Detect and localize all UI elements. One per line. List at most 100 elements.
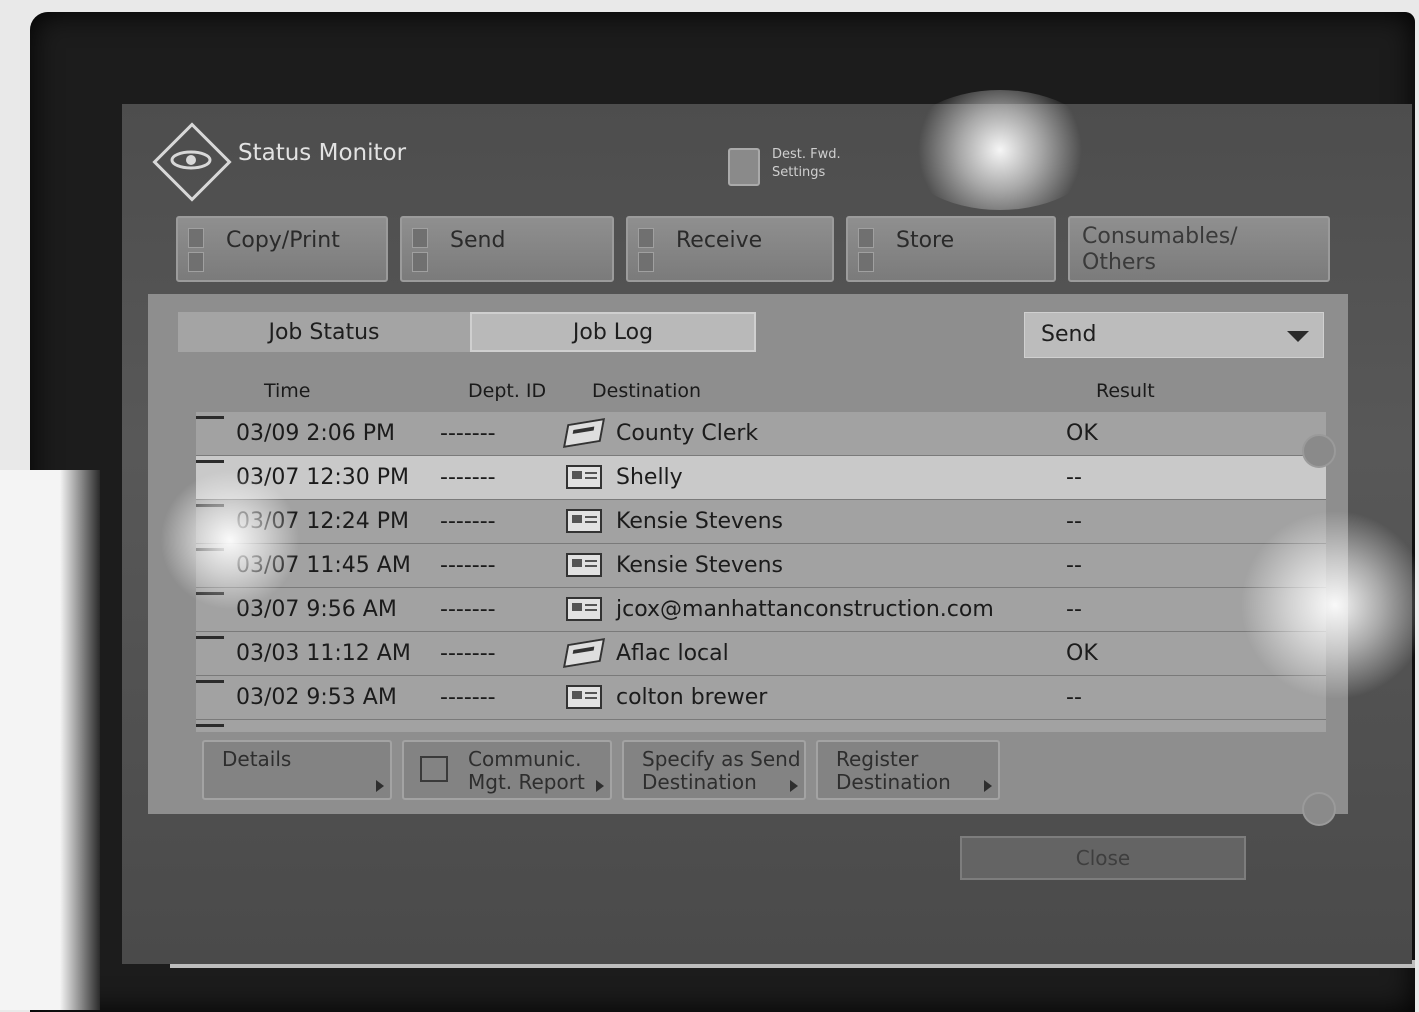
- cell-time: 03/02 9:53 AM: [236, 685, 397, 710]
- table-row[interactable]: 03/03 11:12 AM ------- Aflac local OK: [196, 632, 1326, 676]
- cell-dept-id: -------: [440, 597, 496, 622]
- job-type-select[interactable]: Send: [1024, 312, 1324, 358]
- cell-result: --: [1066, 465, 1082, 490]
- table-row[interactable]: 03/07 9:56 AM ------- jcox@manhattancons…: [196, 588, 1326, 632]
- cell-time: 03/09 2:06 PM: [236, 421, 396, 446]
- cell-dept-id: -------: [440, 553, 496, 578]
- cell-result: --: [1066, 685, 1082, 710]
- fax-icon: [562, 638, 606, 668]
- cell-destination: Aflac local: [616, 641, 729, 666]
- communication-management-report-button[interactable]: Communic. Mgt. Report: [402, 740, 612, 800]
- close-button[interactable]: Close: [960, 836, 1246, 880]
- report-document-icon: [420, 756, 448, 782]
- row-marker: [196, 636, 224, 639]
- status-indicator-icon: [638, 228, 654, 248]
- cell-result: OK: [1066, 421, 1098, 446]
- table-row[interactable]: 03/02 9:53 AM ------- colton brewer --: [196, 676, 1326, 720]
- table-row-partial: [196, 720, 1326, 732]
- cell-destination: jcox@manhattanconstruction.com: [616, 597, 994, 622]
- tab-store[interactable]: Store: [846, 216, 1056, 282]
- tab-send[interactable]: Send: [400, 216, 614, 282]
- chevron-right-icon: [596, 780, 604, 792]
- cell-time: 03/07 12:24 PM: [236, 509, 410, 534]
- table-row[interactable]: 03/07 11:45 AM ------- Kensie Stevens --: [196, 544, 1326, 588]
- register-label: Register Destination: [836, 747, 951, 794]
- column-header-result: Result: [1096, 380, 1155, 402]
- chevron-right-icon: [376, 780, 384, 792]
- column-header-destination: Destination: [592, 380, 702, 402]
- email-card-icon: [566, 597, 602, 621]
- settings-document-icon: [728, 148, 760, 186]
- dest-fwd-settings-label: Dest. Fwd. Settings: [772, 147, 841, 180]
- scroll-up-button[interactable]: [1302, 434, 1336, 468]
- cell-result: --: [1066, 509, 1082, 534]
- specify-as-send-destination-button[interactable]: Specify as Send Destination: [622, 740, 806, 800]
- row-marker: [196, 724, 224, 727]
- details-button[interactable]: Details: [202, 740, 392, 800]
- table-row[interactable]: 03/07 12:30 PM ------- Shelly --: [196, 456, 1326, 500]
- column-header-time: Time: [264, 380, 311, 402]
- row-marker: [196, 548, 224, 551]
- table-row[interactable]: 03/07 12:24 PM ------- Kensie Stevens --: [196, 500, 1326, 544]
- specify-label: Specify as Send Destination: [642, 747, 801, 794]
- tab-consumables-others[interactable]: Consumables/ Others: [1068, 216, 1330, 282]
- page-title: Status Monitor: [238, 140, 407, 166]
- communic-label: Communic. Mgt. Report: [468, 747, 585, 794]
- cell-destination: colton brewer: [616, 685, 768, 710]
- subtab-bar: Job Status Job Log: [178, 312, 758, 352]
- dest-fwd-settings-button[interactable]: Dest. Fwd. Settings: [728, 144, 858, 190]
- job-log-table: 03/09 2:06 PM ------- County Clerk OK 03…: [196, 412, 1326, 732]
- status-indicator-icon: [858, 252, 874, 272]
- header: Status Monitor Dest. Fwd. Settings: [122, 104, 1412, 204]
- status-indicator-icon: [858, 228, 874, 248]
- email-card-icon: [566, 685, 602, 709]
- tab-label: Store: [896, 228, 955, 253]
- scroll-down-button[interactable]: [1302, 792, 1336, 826]
- cell-destination: Kensie Stevens: [616, 553, 783, 578]
- tab-label: Copy/Print: [226, 228, 340, 253]
- chevron-right-icon: [984, 780, 992, 792]
- status-indicator-icon: [412, 252, 428, 272]
- cell-destination: County Clerk: [616, 421, 759, 446]
- cell-time: 03/03 11:12 AM: [236, 641, 411, 666]
- email-card-icon: [566, 465, 602, 489]
- cell-dept-id: -------: [440, 641, 496, 666]
- job-type-select-value: Send: [1041, 322, 1097, 347]
- job-log-panel: Job Status Job Log Send Time Dept. ID De…: [148, 294, 1348, 826]
- status-indicator-icon: [638, 252, 654, 272]
- tab-job-status[interactable]: Job Status: [178, 312, 470, 352]
- eye-icon: [162, 148, 220, 172]
- tab-copy-print[interactable]: Copy/Print: [176, 216, 388, 282]
- status-indicator-icon: [188, 252, 204, 272]
- table-row[interactable]: 03/09 2:06 PM ------- County Clerk OK: [196, 412, 1326, 456]
- status-indicator-icon: [188, 228, 204, 248]
- cell-dept-id: -------: [440, 421, 496, 446]
- register-destination-button[interactable]: Register Destination: [816, 740, 1000, 800]
- row-marker: [196, 504, 224, 507]
- device-frame-edge: [0, 470, 100, 1010]
- tab-label: Receive: [676, 228, 763, 253]
- status-monitor-screen: Status Monitor Dest. Fwd. Settings Copy/…: [122, 104, 1412, 964]
- tab-receive[interactable]: Receive: [626, 216, 834, 282]
- chevron-right-icon: [790, 780, 798, 792]
- cell-result: --: [1066, 597, 1082, 622]
- cell-result: --: [1066, 553, 1082, 578]
- cell-dept-id: -------: [440, 509, 496, 534]
- row-marker: [196, 680, 224, 683]
- cell-time: 03/07 9:56 AM: [236, 597, 397, 622]
- column-header-dept-id: Dept. ID: [468, 380, 547, 402]
- cell-dept-id: -------: [440, 465, 496, 490]
- tab-job-log[interactable]: Job Log: [470, 312, 756, 352]
- row-marker: [196, 592, 224, 595]
- tab-label: Send: [450, 228, 506, 253]
- row-marker: [196, 460, 224, 463]
- fax-icon: [562, 418, 606, 448]
- cell-time: 03/07 12:30 PM: [236, 465, 410, 490]
- email-card-icon: [566, 509, 602, 533]
- row-marker: [196, 416, 224, 419]
- cell-destination: Shelly: [616, 465, 683, 490]
- tab-label: Consumables/ Others: [1082, 224, 1238, 275]
- cell-destination: Kensie Stevens: [616, 509, 783, 534]
- cell-dept-id: -------: [440, 685, 496, 710]
- chevron-down-icon: [1287, 331, 1309, 342]
